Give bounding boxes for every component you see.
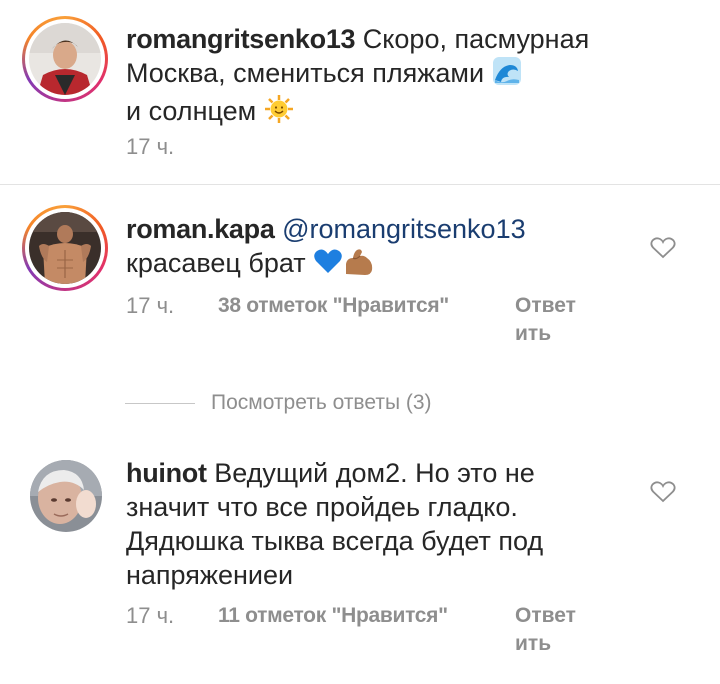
avatar[interactable]	[29, 23, 101, 95]
mention-link[interactable]: @romangritsenko13	[282, 214, 526, 244]
avatar[interactable]	[30, 460, 102, 532]
sun-icon	[264, 94, 294, 132]
post-caption-block: romangritsenko13 Скоро, пасмурная Москва…	[0, 0, 720, 185]
like-heart-icon[interactable]	[650, 236, 676, 265]
reply-button[interactable]: Ответ ить	[515, 602, 595, 658]
caption-line-3: и солнцем	[126, 96, 257, 127]
story-ring[interactable]	[22, 205, 108, 291]
caption-line-1: Скоро, пасмурная	[362, 24, 590, 54]
comment-timestamp: 17 ч.	[126, 293, 175, 318]
reply-label-part-1: Ответ	[515, 604, 576, 627]
divider-line	[125, 402, 195, 404]
reply-label-part-1: Ответ	[515, 294, 576, 317]
likes-count[interactable]: 11 отметок "Нравится"	[218, 604, 448, 628]
comment-body-line-2: значит что все пройдеь гладко.	[126, 492, 518, 522]
comment-text: huinot Ведущий дом2. Но это не значит чт…	[126, 456, 646, 592]
comment-body-line-1: Ведущий дом2. Но это не	[214, 458, 535, 488]
post-timestamp: 17 ч.	[126, 134, 175, 159]
post-username[interactable]: romangritsenko13	[126, 24, 356, 54]
blue-heart-icon	[313, 247, 343, 283]
reply-button[interactable]: Ответ ить	[515, 292, 595, 348]
comment-body-line-4: напряжениеи	[126, 560, 294, 590]
flexed-biceps-icon	[343, 246, 375, 284]
view-replies-label: Посмотреть ответы (3)	[211, 391, 432, 414]
likes-count[interactable]: 38 отметок "Нравится"	[218, 294, 449, 318]
caption-text: romangritsenko13 Скоро, пасмурная Москва…	[126, 22, 686, 132]
comment-body-line-3: Дядюшка тыква всегда будет под	[126, 526, 544, 556]
reply-label-part-2: ить	[515, 632, 552, 655]
story-ring[interactable]	[22, 16, 108, 102]
like-heart-icon[interactable]	[650, 480, 676, 509]
comment-text: roman.kapa @romangritsenko13 красавец бр…	[126, 212, 646, 284]
water-wave-icon	[492, 56, 522, 94]
comment-username[interactable]: roman.kapa	[126, 214, 275, 244]
caption-line-2: Москва, смениться пляжами	[126, 58, 485, 89]
avatar[interactable]	[29, 212, 101, 284]
reply-label-part-2: ить	[515, 322, 552, 345]
comment-body: красавец брат	[126, 248, 306, 279]
comment-timestamp: 17 ч.	[126, 603, 175, 628]
view-replies-toggle[interactable]: Посмотреть ответы (3)	[125, 386, 432, 420]
comment-username[interactable]: huinot	[126, 458, 207, 488]
